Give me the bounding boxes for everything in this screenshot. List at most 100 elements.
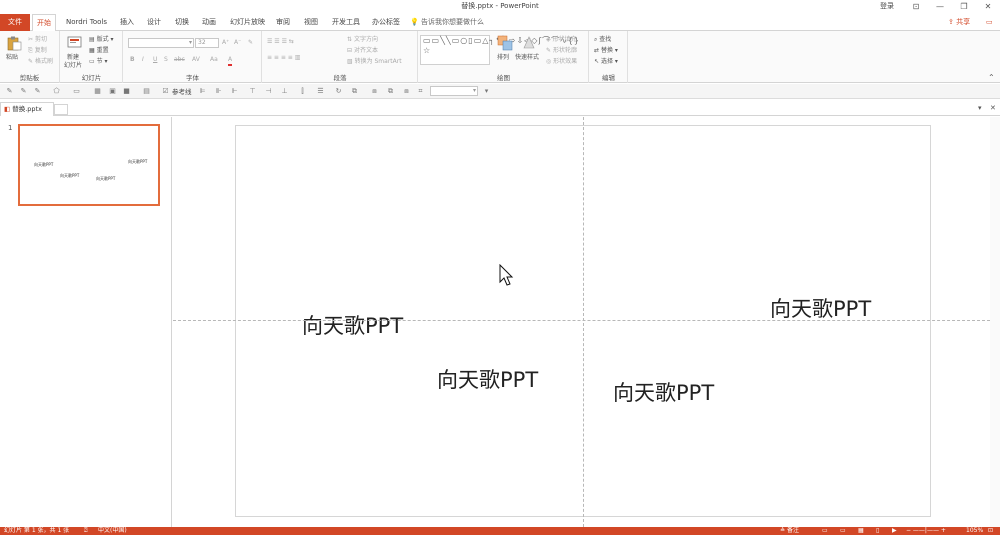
underline-button[interactable]: U [153, 55, 157, 64]
pen-icon[interactable]: ✎ [19, 87, 28, 96]
ungroup-icon[interactable]: ⧈ [370, 87, 379, 96]
slide-textbox[interactable]: 向天歌PPT [770, 293, 871, 323]
tab-design[interactable]: 设计 [143, 14, 165, 31]
convert-smartart-button[interactable]: ▧ 转换为 SmartArt [347, 57, 402, 66]
reading-view-icon[interactable]: ▯ [876, 527, 879, 535]
copy-button[interactable]: ⎘ 复制 [28, 46, 47, 55]
char-spacing-button[interactable]: AV [192, 55, 200, 64]
replace-button[interactable]: ⇄ 替换 ▾ [594, 46, 618, 55]
shape-outline-button[interactable]: ✎ 形状轮廓 [546, 46, 577, 55]
grow-font-icon[interactable]: A⁺ [222, 38, 229, 47]
align-middle-icon[interactable]: ⊣ [264, 87, 273, 96]
tab-insert[interactable]: 插入 [116, 14, 138, 31]
reset-button[interactable]: ▦ 重置 [89, 46, 109, 55]
notes-button[interactable]: ≙ 备注 [780, 527, 799, 535]
font-name-dropdown[interactable]: ▾ [128, 38, 194, 48]
comments-icon[interactable]: ▭ [822, 527, 828, 535]
doc-tab-active[interactable]: ◧ 替换.pptx [0, 102, 54, 116]
quick-styles-icon[interactable] [521, 35, 537, 51]
change-case-button[interactable]: Aa [210, 55, 218, 64]
minimize-icon[interactable]: — [928, 0, 952, 13]
table-icon[interactable]: ▦ [93, 87, 102, 96]
slideshow-icon[interactable]: ▶ [892, 527, 897, 535]
tab-transitions[interactable]: 切换 [171, 14, 193, 31]
ribbon-display-options-icon[interactable]: ⊡ [904, 0, 928, 13]
restore-icon[interactable]: ❐ [952, 0, 976, 13]
rotate-icon[interactable]: ↻ [334, 87, 343, 96]
paste-icon[interactable] [6, 35, 22, 51]
comments-icon[interactable]: ▭ [986, 14, 993, 31]
tab-home[interactable]: 开始 [32, 14, 56, 32]
fit-slide-icon[interactable]: ⊡ [988, 527, 993, 535]
font-color-button[interactable]: A [228, 55, 233, 66]
slide-textbox[interactable]: 向天歌PPT [613, 377, 714, 407]
picture-icon[interactable]: ▭ [72, 87, 81, 96]
align-right-icon[interactable]: ⊩ [230, 87, 239, 96]
shrink-font-icon[interactable]: A⁻ [234, 38, 241, 47]
layout-button[interactable]: ▤ 版式 ▾ [89, 35, 114, 44]
align-left-icon[interactable]: ⊫ [198, 87, 207, 96]
new-slide-icon[interactable] [67, 35, 83, 51]
slide-textbox[interactable]: 向天歌PPT [437, 364, 538, 394]
checkbox-icon[interactable]: ☑ [161, 87, 170, 96]
language-indicator[interactable]: 中文(中国) [98, 527, 127, 535]
reference-line-label[interactable]: 参考线 [172, 86, 192, 96]
crop-icon[interactable]: ⌗ [416, 87, 425, 96]
italic-button[interactable]: I [142, 55, 144, 64]
new-tab-button[interactable] [54, 104, 68, 115]
cut-button[interactable]: ✂ 剪切 [28, 35, 47, 44]
shape-icon[interactable]: ⬠ [52, 87, 61, 96]
paste-button[interactable]: 粘贴 [6, 53, 18, 62]
distribute-vertical-icon[interactable]: ☰ [316, 87, 325, 96]
collapse-ribbon-icon[interactable]: ⌃ [988, 73, 995, 82]
tab-office-tab[interactable]: 办公标签 [368, 14, 404, 31]
section-button[interactable]: ▭ 节 ▾ [89, 57, 108, 66]
tell-me-search[interactable]: 💡 告诉我你想要做什么 [410, 14, 484, 31]
tab-animations[interactable]: 动画 [198, 14, 220, 31]
bring-forward-icon[interactable]: ⧉ [386, 87, 395, 96]
color-icon[interactable]: ■ [122, 87, 131, 96]
shape-effects-button[interactable]: ◎ 形状效果 [546, 57, 577, 66]
tab-slideshow[interactable]: 幻灯片放映 [226, 14, 269, 31]
find-button[interactable]: ⌕ 查找 [594, 35, 611, 44]
share-button[interactable]: ⇪ 共享 [948, 14, 970, 31]
vertical-guide[interactable] [583, 117, 584, 527]
arrange-icon[interactable] [497, 35, 513, 51]
format-painter-button[interactable]: ✎ 格式刷 [28, 57, 53, 66]
distribute-icon[interactable]: ⫿ [298, 87, 307, 96]
tab-developer[interactable]: 开发工具 [328, 14, 364, 31]
align-top-icon[interactable]: ⊤ [248, 87, 257, 96]
text-direction-button[interactable]: ⇅ 文字方向 [347, 35, 378, 44]
align-icons[interactable]: ≡ ≡ ≡ ≡ ▥ [267, 53, 300, 62]
tab-nordri-tools[interactable]: Nordri Tools [62, 14, 111, 31]
font-size-dropdown[interactable]: 32 [195, 38, 219, 48]
shadow-button[interactable]: S [164, 55, 168, 64]
tab-review[interactable]: 审阅 [272, 14, 294, 31]
tab-view[interactable]: 视图 [300, 14, 322, 31]
zoom-slider[interactable]: − ——|—— + [906, 527, 946, 535]
customize-qat-icon[interactable]: ▾ [482, 87, 491, 96]
align-text-button[interactable]: ⊟ 对齐文本 [347, 46, 378, 55]
group-icon[interactable]: ⧉ [350, 87, 359, 96]
normal-view-icon[interactable]: ▭ [840, 527, 846, 535]
close-icon[interactable]: ✕ [976, 0, 1000, 13]
slide-sorter-icon[interactable]: ▦ [858, 527, 864, 535]
spellcheck-icon[interactable]: ⍰ [84, 527, 88, 535]
shapes-gallery[interactable]: ▭▭╲╲▭○▯▭△┐↰╲⇨⇩◁◇ʃ⌒⌒∿{}☆ [420, 35, 579, 65]
clear-format-icon[interactable]: ✎ [248, 38, 253, 47]
align-bottom-icon[interactable]: ⊥ [280, 87, 289, 96]
strikethrough-button[interactable]: abc [174, 55, 185, 64]
slide-thumbnail[interactable]: 向天歌PPT 向天歌PPT 向天歌PPT 向天歌PPT [18, 124, 160, 206]
close-tab-icon[interactable]: ✕ [990, 104, 996, 113]
shape-fill-button[interactable]: ◈ 形状填充 [546, 35, 577, 44]
bullets-icon[interactable]: ☰ ☰ ☰ ⇆ [267, 37, 294, 46]
send-backward-icon[interactable]: ⧈ [402, 87, 411, 96]
qat-size-field[interactable]: ▾ [430, 86, 478, 96]
login-link[interactable]: 登录 [880, 1, 894, 11]
guides-icon[interactable]: ▤ [142, 87, 151, 96]
horizontal-guide[interactable] [173, 320, 990, 321]
arrange-button[interactable]: 排列 [497, 53, 509, 62]
pen-icon[interactable]: ✎ [5, 87, 14, 96]
align-center-icon[interactable]: ⊪ [214, 87, 223, 96]
quick-styles-button[interactable]: 快速样式 [515, 53, 539, 62]
